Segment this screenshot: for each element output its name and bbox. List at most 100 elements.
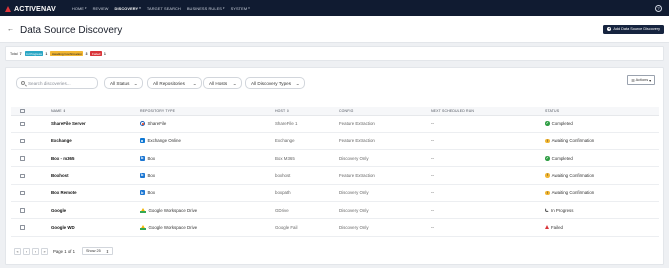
- nav-item-label: DISCOVERY: [114, 5, 139, 11]
- search-input[interactable]: [27, 80, 97, 86]
- brand-logo[interactable]: ACTIVENAV: [5, 4, 56, 13]
- summary-in-progress[interactable]: In Progress 1: [24, 50, 48, 57]
- status-filter-label: All Status: [110, 80, 130, 86]
- summary-in-progress-count: 1: [45, 51, 48, 56]
- first-page-button[interactable]: «: [14, 247, 21, 255]
- status-filter[interactable]: All Status ⌄: [104, 77, 143, 89]
- row-host: boxpath: [275, 184, 339, 202]
- nav-item-target-search[interactable]: TARGET SEARCH: [147, 6, 181, 11]
- host-filter[interactable]: All Hosts ⌄: [203, 77, 242, 89]
- discovery-type-filter[interactable]: All Discovery Types ⌄: [245, 77, 305, 89]
- row-next-run: --: [431, 149, 545, 168]
- actions-label: Actions: [635, 78, 649, 82]
- row-checkbox[interactable]: [20, 138, 25, 144]
- back-arrow-icon[interactable]: ←: [7, 26, 14, 33]
- last-page-button[interactable]: »: [41, 247, 48, 255]
- row-checkbox[interactable]: [20, 156, 25, 161]
- status-label: Completed: [551, 155, 573, 161]
- warning-icon: [545, 225, 549, 230]
- add-data-source-discovery-button[interactable]: + Add Data Source Discovery: [603, 24, 664, 34]
- repo-label: Box: [147, 173, 156, 179]
- row-host: Google Fail: [275, 218, 339, 237]
- discovery-type-filter-label: All Discovery Types: [251, 80, 291, 86]
- table-row[interactable]: Box - m365 Box Box M365 Discovery Only -…: [11, 149, 659, 168]
- summary-failed[interactable]: Failed 1: [90, 50, 106, 57]
- table-row[interactable]: Boxhost Box boxhost Feature Extraction -…: [11, 166, 659, 185]
- table-row[interactable]: ShareFile Server ShareFile ShareFile 1 F…: [11, 115, 659, 133]
- clock-icon: !: [545, 173, 550, 178]
- nav-item-discovery[interactable]: DISCOVERY ▾: [115, 6, 141, 11]
- repository-filter[interactable]: All Repositories ⌄: [147, 77, 202, 89]
- row-name[interactable]: Box Remote: [51, 184, 140, 202]
- row-repository-type: Google Workspace Drive: [140, 201, 275, 220]
- column-name[interactable]: NAME ⇕: [51, 107, 140, 116]
- nav-item-review[interactable]: REVIEW: [93, 6, 109, 11]
- column-repository-type: REPOSITORY TYPE: [140, 107, 275, 116]
- nav-item-home[interactable]: HOME ▾: [72, 6, 87, 11]
- summary-awaiting[interactable]: Awaiting Confirmation 3: [50, 50, 87, 57]
- row-repository-type: Box: [140, 184, 275, 202]
- row-host: boxhost: [275, 166, 339, 185]
- row-status: ! Awaiting Confirmation: [545, 166, 659, 185]
- host-filter-label: All Hosts: [209, 80, 228, 86]
- page-title: Data Source Discovery: [20, 24, 123, 36]
- awaiting-confirmation-badge: Awaiting Confirmation: [50, 50, 84, 57]
- row-next-run: --: [431, 201, 545, 220]
- row-status: ✓ Completed: [545, 115, 659, 133]
- row-checkbox[interactable]: [20, 190, 25, 196]
- table-row[interactable]: Google Google Workspace Drive GDrive Dis…: [11, 201, 659, 220]
- prev-page-button[interactable]: ‹: [23, 247, 30, 255]
- table-row[interactable]: Exchange Exchange Online Exchange Featur…: [11, 132, 659, 151]
- check-circle-icon: ✓: [545, 121, 550, 126]
- search-box[interactable]: [16, 77, 98, 89]
- row-checkbox[interactable]: [20, 121, 25, 127]
- select-all-checkbox[interactable]: [20, 108, 25, 113]
- plus-icon: +: [607, 27, 612, 31]
- row-name[interactable]: Exchange: [51, 132, 140, 151]
- row-config: Discovery Only: [339, 218, 431, 237]
- row-config: Discovery Only: [339, 184, 431, 202]
- box-icon: [140, 190, 145, 196]
- page-size-label: Show 25: [85, 249, 101, 253]
- column-host[interactable]: HOST ⇕: [275, 107, 339, 116]
- nav-item-business-rules[interactable]: BUSINESS RULES ▾: [187, 6, 225, 11]
- summary-total: Total 7: [10, 52, 22, 56]
- repo-label: ShareFile: [147, 121, 167, 127]
- actions-dropdown[interactable]: ☰ Actions ▾: [627, 75, 655, 85]
- row-config: Feature Extraction: [339, 115, 431, 133]
- row-checkbox[interactable]: [20, 225, 25, 230]
- row-next-run: --: [431, 184, 545, 202]
- search-icon: [21, 81, 25, 85]
- list-icon: ☰: [631, 78, 635, 83]
- row-select-cell: [11, 166, 51, 185]
- help-icon[interactable]: ?: [655, 4, 662, 12]
- row-name[interactable]: Google WD: [51, 218, 140, 237]
- next-page-button[interactable]: ›: [32, 247, 39, 255]
- row-repository-type: ShareFile: [140, 115, 275, 133]
- discoveries-card: All Status ⌄ All Repositories ⌄ All Host…: [5, 67, 664, 265]
- row-status: ✓ Completed: [545, 149, 659, 168]
- row-repository-type: Exchange Online: [140, 132, 275, 151]
- row-repository-type: Box: [140, 166, 275, 185]
- status-label: Awaiting Confirmation: [551, 190, 595, 196]
- row-name[interactable]: Box - m365: [51, 149, 140, 168]
- row-name[interactable]: ShareFile Server: [51, 115, 140, 133]
- repo-label: Google Workspace Drive: [148, 207, 198, 213]
- page-size-select[interactable]: Show 25 ⇕: [81, 247, 113, 255]
- sort-icon: ⇕: [286, 108, 290, 113]
- row-name[interactable]: Google: [51, 201, 140, 220]
- row-next-run: --: [431, 132, 545, 151]
- box-icon: [140, 172, 145, 179]
- google-drive-icon: [140, 207, 146, 213]
- row-select-cell: [11, 201, 51, 220]
- row-status: In Progress: [545, 201, 659, 220]
- row-name[interactable]: Boxhost: [51, 166, 140, 185]
- table-row[interactable]: Google WD Google Workspace Drive Google …: [11, 218, 659, 237]
- repo-label: Google Workspace Drive: [148, 224, 198, 230]
- google-drive-icon: [140, 224, 146, 230]
- table-row[interactable]: Box Remote Box boxpath Discovery Only --…: [11, 184, 659, 202]
- row-select-cell: [11, 115, 51, 133]
- nav-item-system[interactable]: SYSTEM ▾: [231, 6, 250, 11]
- row-checkbox[interactable]: [20, 173, 25, 179]
- row-checkbox[interactable]: [20, 208, 25, 213]
